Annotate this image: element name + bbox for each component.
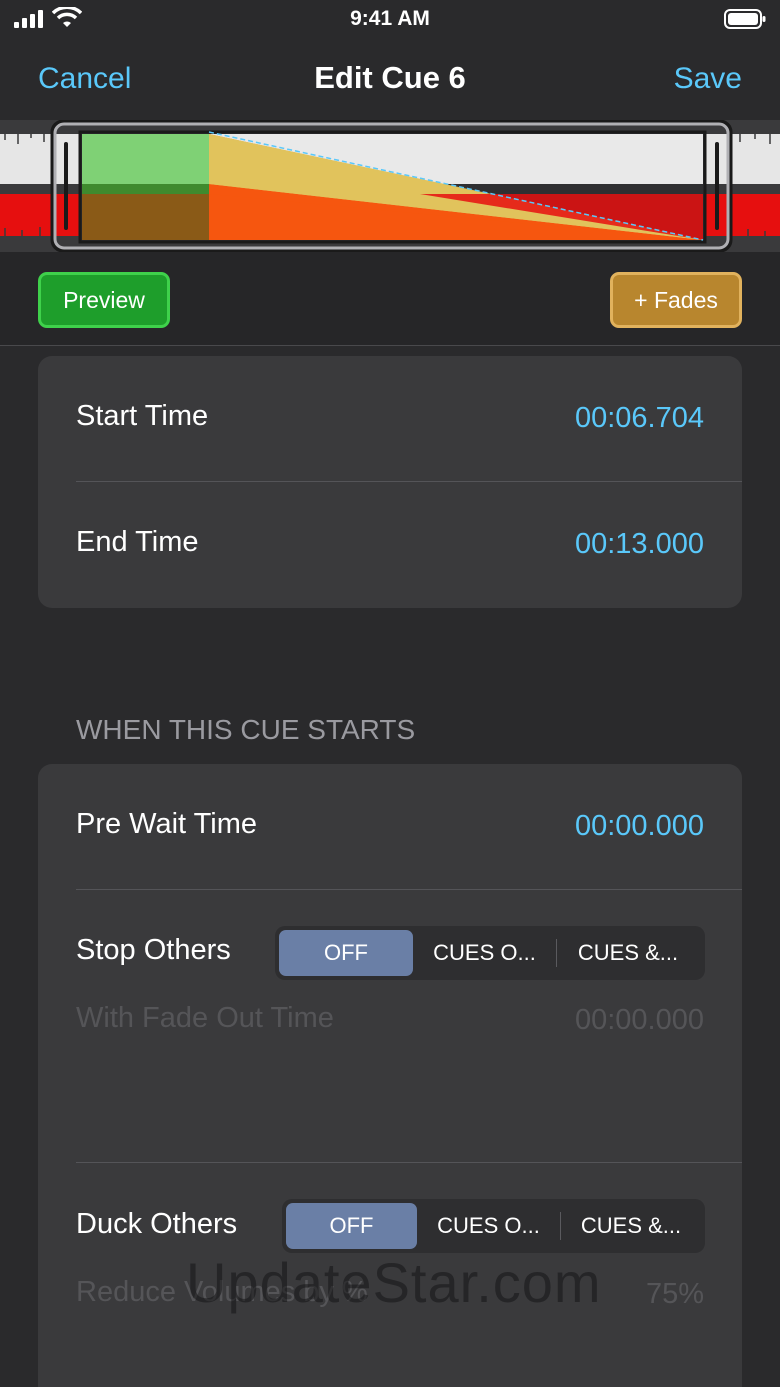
stop-others-option-cues-o[interactable]: CUES O... <box>413 930 556 976</box>
add-fades-button[interactable]: + Fades <box>610 272 742 328</box>
page-title: Edit Cue 6 <box>314 60 466 95</box>
fade-out-row: With Fade Out Time 00:00.000 <box>76 1002 704 1036</box>
start-time-label: Start Time <box>76 400 209 432</box>
status-time: 9:41 AM <box>350 7 430 30</box>
save-button[interactable]: Save <box>674 62 742 96</box>
end-time-row[interactable]: End Time 00:13.000 <box>76 526 704 561</box>
end-time-value[interactable]: 00:13.000 <box>575 528 704 561</box>
battery-icon <box>724 9 766 29</box>
watermark: UpdateStar.com <box>186 1251 602 1314</box>
duck-others-segmented-control[interactable]: OFF CUES O... CUES &... <box>282 1199 705 1253</box>
stop-others-segmented-control[interactable]: OFF CUES O... CUES &... <box>275 926 705 980</box>
fade-out-label: With Fade Out Time <box>76 1002 334 1034</box>
pre-wait-label: Pre Wait Time <box>76 808 258 840</box>
stop-others-label: Stop Others <box>76 934 231 966</box>
navigation-bar: Cancel Edit Cue 6 Save <box>0 52 780 108</box>
waveform-editor[interactable] <box>0 120 780 252</box>
end-time-label: End Time <box>76 526 199 558</box>
waveform-graphic <box>0 120 780 252</box>
status-bar: 9:41 AM <box>0 0 780 40</box>
duck-others-option-cues-and[interactable]: CUES &... <box>561 1203 701 1249</box>
divider <box>76 481 742 482</box>
preview-button[interactable]: Preview <box>38 272 170 328</box>
start-time-row[interactable]: Start Time 00:06.704 <box>76 400 704 435</box>
pre-wait-row[interactable]: Pre Wait Time 00:00.000 <box>76 808 704 843</box>
timing-card: Start Time 00:06.704 End Time 00:13.000 <box>38 356 742 608</box>
duck-others-label: Duck Others <box>76 1208 238 1240</box>
duck-others-option-off[interactable]: OFF <box>286 1203 417 1249</box>
editor-toolbar: Preview + Fades <box>0 252 780 346</box>
section-header: WHEN THIS CUE STARTS <box>76 714 416 745</box>
pre-wait-value[interactable]: 00:00.000 <box>575 810 704 843</box>
right-trim-handle[interactable] <box>713 142 721 230</box>
left-trim-handle[interactable] <box>62 142 70 230</box>
stop-others-option-cues-and[interactable]: CUES &... <box>557 930 699 976</box>
divider <box>76 889 742 890</box>
fade-out-value: 00:00.000 <box>574 1004 704 1036</box>
divider <box>76 1162 742 1163</box>
reduce-volume-value: 75% <box>645 1278 704 1310</box>
duck-others-option-cues-o[interactable]: CUES O... <box>417 1203 560 1249</box>
start-time-value[interactable]: 00:06.704 <box>575 402 704 435</box>
stop-others-option-off[interactable]: OFF <box>279 930 413 976</box>
